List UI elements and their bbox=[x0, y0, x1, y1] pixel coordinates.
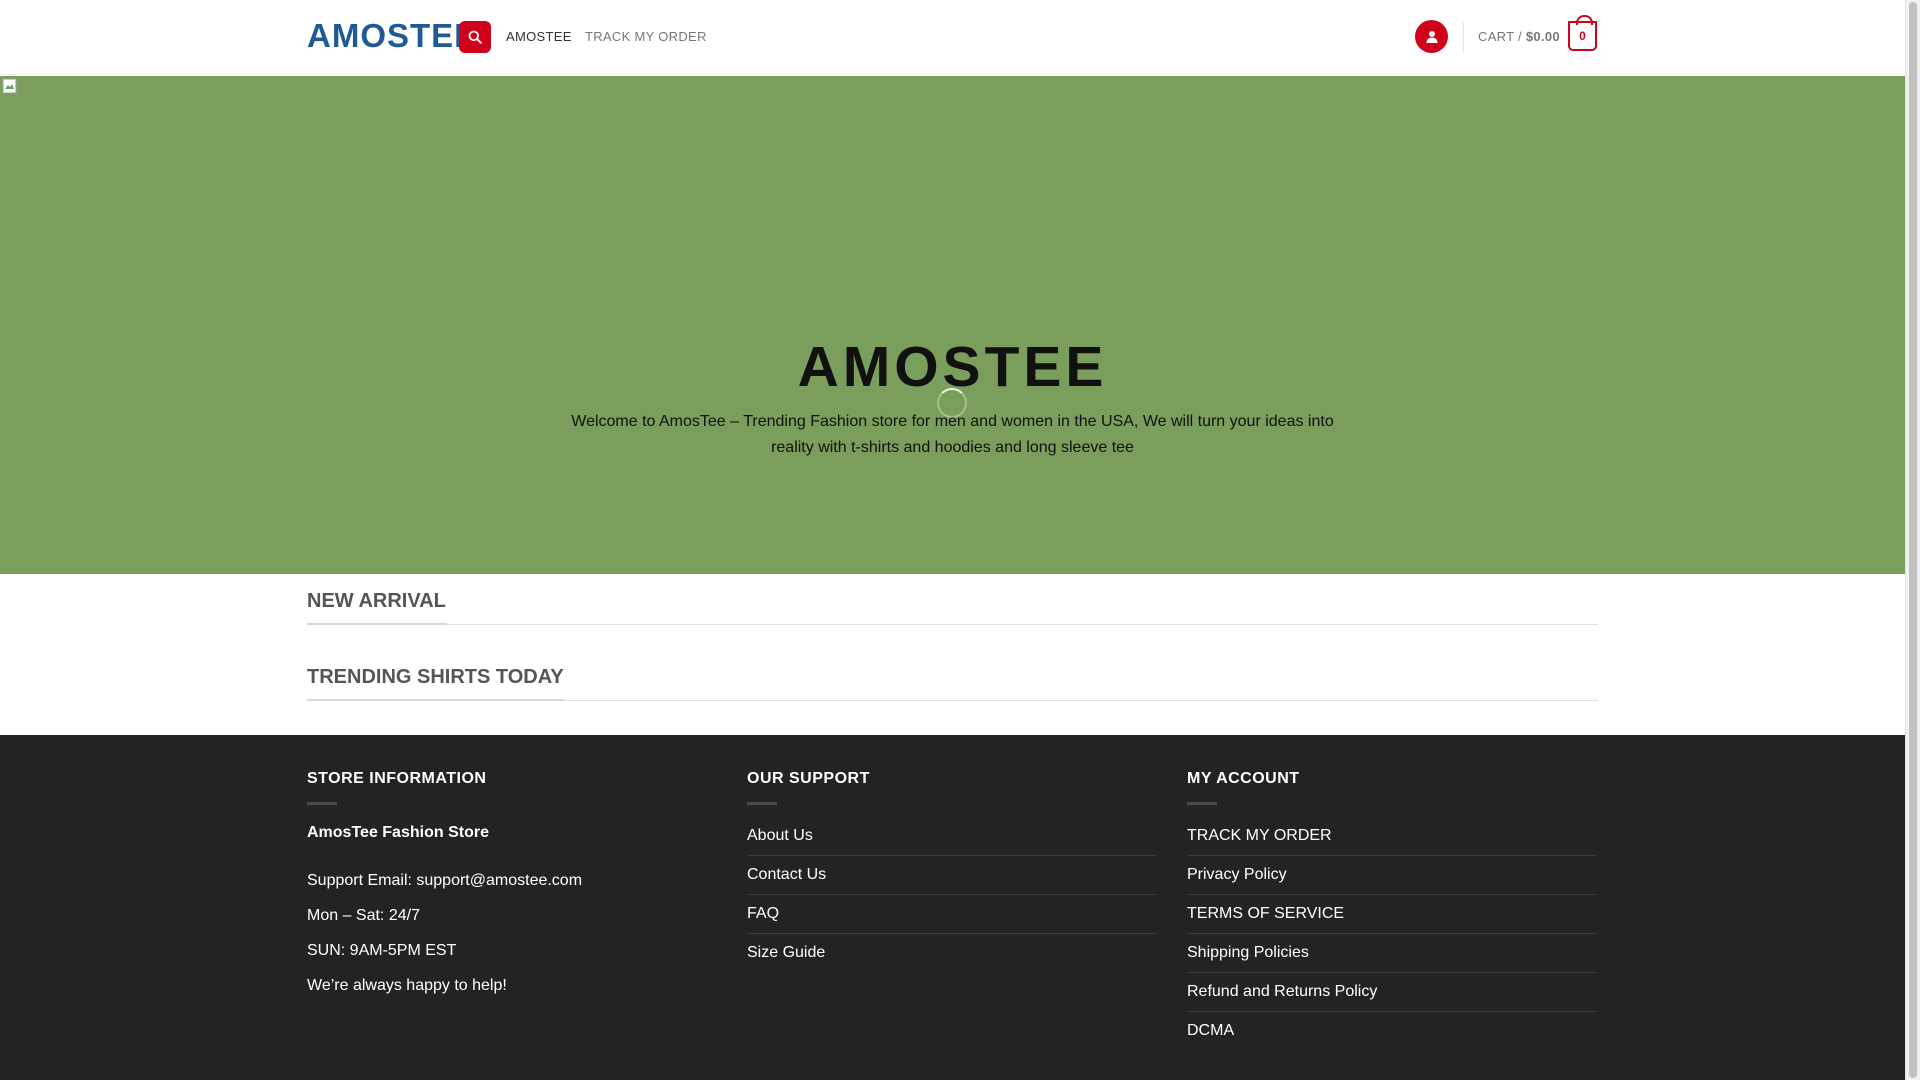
footer-title-support: OUR SUPPORT bbox=[747, 770, 870, 787]
footer-link-faq[interactable]: FAQ bbox=[747, 895, 1157, 934]
store-name: AmosTee Fashion Store bbox=[307, 824, 489, 841]
footer-title-store: STORE INFORMATION bbox=[307, 770, 487, 787]
footer-link-track-order[interactable]: TRACK MY ORDER bbox=[1187, 817, 1597, 856]
hero-description: Welcome to AmosTee – Trending Fashion st… bbox=[571, 413, 1334, 456]
cart-amount: $0.00 bbox=[1525, 29, 1560, 44]
cart-link[interactable]: CART / $0.00 bbox=[1478, 29, 1560, 44]
page: AMOSTEE AMOSTEE TRACK MY ORDER CART / $0… bbox=[0, 0, 1905, 1080]
search-icon bbox=[468, 30, 482, 44]
section-divider bbox=[307, 624, 1598, 625]
page-scrollbar[interactable] bbox=[1905, 0, 1920, 1080]
footer-link-dcma[interactable]: DCMA bbox=[1187, 1012, 1597, 1051]
store-hours-sunday: SUN: 9AM-5PM EST bbox=[307, 942, 457, 959]
site-header: AMOSTEE AMOSTEE TRACK MY ORDER CART / $0… bbox=[0, 0, 1905, 75]
footer-link-shipping[interactable]: Shipping Policies bbox=[1187, 934, 1597, 973]
header-divider bbox=[1463, 22, 1464, 52]
footer-title-bar bbox=[1187, 802, 1217, 805]
nav-link-amostee[interactable]: AMOSTEE bbox=[506, 29, 572, 44]
cart-label: CART / bbox=[1478, 29, 1526, 44]
store-email: Support Email: support@amostee.com bbox=[307, 872, 583, 889]
site-footer: STORE INFORMATION AmosTee Fashion Store … bbox=[0, 735, 1905, 1080]
footer-link-refunds[interactable]: Refund and Returns Policy bbox=[1187, 973, 1597, 1012]
cart-icon[interactable]: 0 bbox=[1568, 15, 1597, 51]
search-button[interactable] bbox=[459, 21, 491, 53]
section-underline bbox=[307, 699, 564, 701]
user-icon bbox=[1426, 30, 1437, 43]
site-logo[interactable]: AMOSTEE bbox=[307, 17, 477, 55]
store-hours-weekday: Mon – Sat: 24/7 bbox=[307, 907, 420, 924]
footer-link-terms[interactable]: TERMS OF SERVICE bbox=[1187, 895, 1597, 934]
footer-title-bar bbox=[307, 802, 337, 805]
nav-link-track-my-order[interactable]: TRACK MY ORDER bbox=[585, 29, 707, 44]
footer-title-bar bbox=[747, 802, 777, 805]
section-title-trending: TRENDING SHIRTS TODAY bbox=[307, 666, 564, 688]
footer-link-privacy-policy[interactable]: Privacy Policy bbox=[1187, 856, 1597, 895]
hero-banner: AMOSTEE Welcome to AmosTee – Trending Fa… bbox=[0, 76, 1905, 574]
footer-title-account: MY ACCOUNT bbox=[1187, 770, 1300, 787]
footer-link-contact-us[interactable]: Contact Us bbox=[747, 856, 1157, 895]
scrollbar-thumb[interactable] bbox=[1909, 2, 1917, 1078]
footer-link-about-us[interactable]: About Us bbox=[747, 817, 1157, 856]
broken-image-icon bbox=[2, 78, 17, 94]
section-underline bbox=[307, 623, 447, 625]
section-title-new-arrival: NEW ARRIVAL bbox=[307, 590, 446, 612]
footer-link-size-guide[interactable]: Size Guide bbox=[747, 934, 1157, 973]
store-tagline: We’re always happy to help! bbox=[307, 977, 507, 994]
cart-count: 0 bbox=[1579, 29, 1586, 43]
account-button[interactable] bbox=[1415, 20, 1448, 53]
